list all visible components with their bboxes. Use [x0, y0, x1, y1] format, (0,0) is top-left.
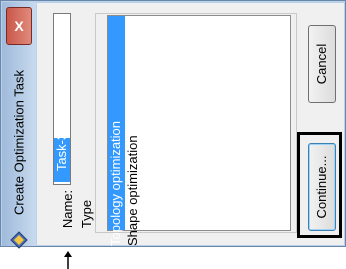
- close-icon: X: [14, 18, 24, 34]
- app-icon: [10, 231, 28, 249]
- type-label: Type: [79, 199, 94, 229]
- name-input[interactable]: Task-3: [53, 13, 71, 185]
- continue-highlight-box: [297, 132, 342, 238]
- type-list[interactable]: Topology optimization Shape optimization: [107, 15, 291, 246]
- list-item-topology[interactable]: Topology optimization: [108, 16, 125, 246]
- name-label: Name:: [60, 189, 75, 229]
- list-item-label: Shape optimization: [125, 135, 140, 246]
- name-value: Task-3: [54, 132, 69, 172]
- cancel-label: Cancel: [314, 43, 329, 85]
- title-bar[interactable]: X Create Optimization Task: [2, 2, 36, 249]
- list-item-label: Topology optimization: [108, 120, 123, 246]
- close-button[interactable]: X: [6, 7, 32, 45]
- window-title: Create Optimization Task: [11, 70, 27, 215]
- list-item-shape[interactable]: Shape optimization: [125, 16, 142, 246]
- arrow-up-icon: [64, 251, 72, 269]
- create-optimization-task-dialog: X Create Optimization Task Name: Task-3 …: [0, 0, 346, 249]
- cancel-button[interactable]: Cancel: [308, 25, 336, 103]
